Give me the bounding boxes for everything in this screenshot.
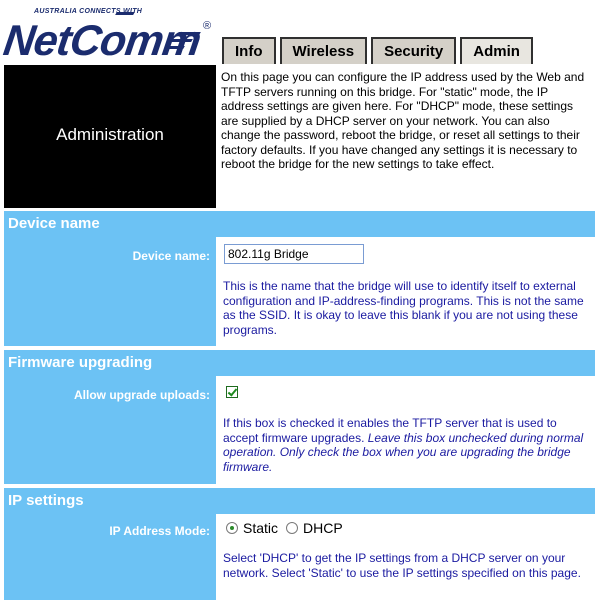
static-radio-label[interactable]: Static — [243, 520, 278, 536]
registered-mark: ® — [203, 20, 212, 32]
device-name-label: Device name: — [132, 249, 210, 263]
field-value-cell: Static DHCP Select 'DHCP' to get the IP … — [216, 514, 595, 600]
logo-dash — [165, 46, 185, 49]
tab-admin[interactable]: Admin — [460, 37, 533, 64]
ip-mode-help: Select 'DHCP' to get the IP settings fro… — [223, 551, 581, 580]
section-title: IP settings — [8, 492, 84, 509]
logo-dash — [115, 12, 135, 15]
field-value-cell: This is the name that the bridge will us… — [216, 237, 595, 346]
tab-info[interactable]: Info — [222, 37, 276, 64]
field-label-cell: Device name: — [4, 237, 216, 346]
page-title: Administration — [56, 125, 164, 144]
admin-description: On this page you can configure the IP ad… — [221, 70, 585, 171]
device-name-row: Device name: This is the name that the b… — [4, 237, 595, 346]
section-header-device-name: Device name — [4, 211, 595, 237]
logo-dash — [171, 39, 193, 42]
tab-wireless[interactable]: Wireless — [279, 37, 368, 64]
section-header-ip-settings: IP settings — [4, 488, 595, 514]
allow-upgrade-checkbox[interactable] — [226, 386, 238, 398]
device-name-help: This is the name that the bridge will us… — [223, 279, 584, 337]
netcomm-logo: AUSTRALIA CONNECTS WITH NetComm ® — [1, 4, 214, 65]
firmware-help: If this box is checked it enables the TF… — [223, 416, 591, 474]
ip-mode-radio-group: Static DHCP — [226, 520, 351, 536]
ip-mode-label: IP Address Mode: — [109, 524, 210, 538]
field-label-cell: IP Address Mode: — [4, 514, 216, 600]
static-radio[interactable] — [226, 522, 238, 534]
tab-security[interactable]: Security — [371, 37, 457, 64]
field-value-cell: If this box is checked it enables the TF… — [216, 376, 595, 484]
logo-dash — [177, 32, 201, 35]
allow-upgrade-label: Allow upgrade uploads: — [73, 388, 210, 402]
admin-title-cell: Administration — [4, 65, 216, 208]
tab-bar: Info Wireless Security Admin — [222, 37, 537, 64]
dhcp-radio-label[interactable]: DHCP — [303, 520, 343, 536]
header: AUSTRALIA CONNECTS WITH NetComm ® Info W… — [0, 0, 595, 65]
firmware-row: Allow upgrade uploads: If this box is ch… — [4, 376, 595, 484]
admin-description-cell: On this page you can configure the IP ad… — [216, 65, 595, 208]
section-title: Device name — [8, 215, 100, 232]
section-header-firmware: Firmware upgrading — [4, 350, 595, 376]
section-title: Firmware upgrading — [8, 354, 153, 371]
dhcp-radio[interactable] — [286, 522, 299, 534]
admin-intro-row: Administration On this page you can conf… — [4, 65, 595, 208]
device-name-input[interactable] — [224, 244, 364, 264]
ip-mode-row: IP Address Mode: Static DHCP Select 'DHC… — [4, 514, 595, 600]
field-label-cell: Allow upgrade uploads: — [4, 376, 216, 484]
